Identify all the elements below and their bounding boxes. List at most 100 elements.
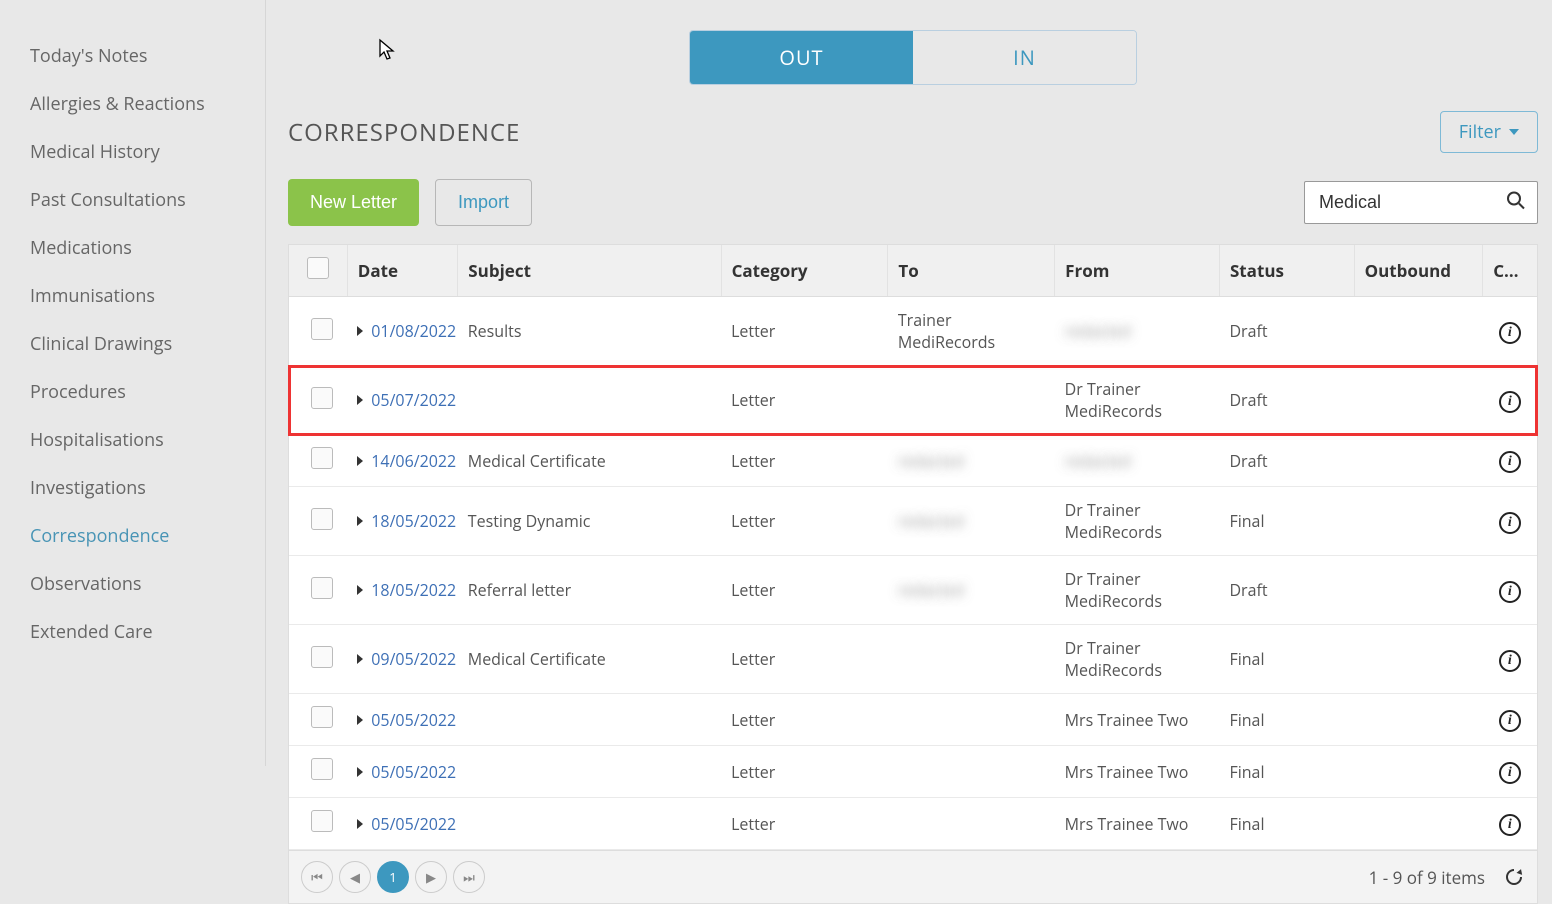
pager-page-1[interactable]: 1 xyxy=(377,861,409,893)
tab-out[interactable]: OUT xyxy=(690,31,913,84)
direction-tabs: OUT IN xyxy=(689,30,1137,85)
info-icon[interactable]: i xyxy=(1499,512,1521,534)
cell-subject: Referral letter xyxy=(468,579,571,601)
filter-label: Filter xyxy=(1459,120,1501,144)
pager-next[interactable]: ▶ xyxy=(415,861,447,893)
pager-summary: 1 - 9 of 9 items xyxy=(1369,866,1485,889)
cell-status: Final xyxy=(1229,510,1264,532)
table-footer: ⏮ ◀ 1 ▶ ⏭ 1 - 9 of 9 items xyxy=(288,851,1538,904)
sidebar-item-immunisations[interactable]: Immunisations xyxy=(0,272,265,320)
sidebar-item-today-s-notes[interactable]: Today's Notes xyxy=(0,32,265,80)
row-checkbox[interactable] xyxy=(311,318,333,340)
sidebar-item-medical-history[interactable]: Medical History xyxy=(0,128,265,176)
expand-row-icon[interactable] xyxy=(357,654,363,664)
expand-row-icon[interactable] xyxy=(357,585,363,595)
sidebar-item-extended-care[interactable]: Extended Care xyxy=(0,608,265,656)
row-checkbox[interactable] xyxy=(311,508,333,530)
cell-status: Final xyxy=(1229,813,1264,835)
cell-category: Letter xyxy=(731,579,775,601)
expand-row-icon[interactable] xyxy=(357,456,363,466)
sidebar-item-past-consultations[interactable]: Past Consultations xyxy=(0,176,265,224)
sidebar-item-clinical-drawings[interactable]: Clinical Drawings xyxy=(0,320,265,368)
info-icon[interactable]: i xyxy=(1499,710,1521,732)
date-link[interactable]: 18/05/2022 xyxy=(371,510,456,532)
sidebar-item-observations[interactable]: Observations xyxy=(0,560,265,608)
cell-category: Letter xyxy=(731,450,775,472)
sidebar-item-medications[interactable]: Medications xyxy=(0,224,265,272)
cell-to: redacted xyxy=(898,450,964,472)
row-checkbox[interactable] xyxy=(311,646,333,668)
info-icon[interactable]: i xyxy=(1499,762,1521,784)
expand-row-icon[interactable] xyxy=(357,819,363,829)
chevron-down-icon xyxy=(1509,129,1519,135)
filter-button[interactable]: Filter xyxy=(1440,111,1538,153)
expand-row-icon[interactable] xyxy=(357,715,363,725)
cell-status: Draft xyxy=(1229,579,1267,601)
col-to[interactable]: To xyxy=(888,245,1055,297)
info-icon[interactable]: i xyxy=(1499,650,1521,672)
col-category[interactable]: Category xyxy=(721,245,888,297)
refresh-icon[interactable] xyxy=(1503,866,1525,888)
col-status[interactable]: Status xyxy=(1219,245,1354,297)
cell-category: Letter xyxy=(731,648,775,670)
sidebar-item-investigations[interactable]: Investigations xyxy=(0,464,265,512)
date-link[interactable]: 05/05/2022 xyxy=(371,761,456,783)
cell-from: Dr Trainer MediRecords xyxy=(1065,637,1162,681)
info-icon[interactable]: i xyxy=(1499,451,1521,473)
col-co[interactable]: Co... xyxy=(1483,245,1537,297)
row-checkbox[interactable] xyxy=(311,577,333,599)
cell-from: Dr Trainer MediRecords xyxy=(1065,499,1162,543)
cell-to: redacted xyxy=(898,510,964,532)
info-icon[interactable]: i xyxy=(1499,581,1521,603)
sidebar-item-correspondence[interactable]: Correspondence xyxy=(0,512,265,560)
cell-to: Trainer MediRecords xyxy=(898,309,995,353)
table-row: 05/05/2022 Letter Mrs Trainee Two Final i xyxy=(289,798,1537,850)
date-link[interactable]: 05/05/2022 xyxy=(371,709,456,731)
search-input[interactable] xyxy=(1304,181,1538,224)
row-checkbox[interactable] xyxy=(311,447,333,469)
table-row: 14/06/2022Medical CertificateLetterredac… xyxy=(289,435,1537,487)
cell-category: Letter xyxy=(731,813,775,835)
table-row: 18/05/2022Testing DynamicLetterredactedD… xyxy=(289,487,1537,556)
col-subject[interactable]: Subject xyxy=(458,245,721,297)
row-checkbox[interactable] xyxy=(311,387,333,409)
pager-first[interactable]: ⏮ xyxy=(301,861,333,893)
row-checkbox[interactable] xyxy=(311,810,333,832)
select-all-checkbox[interactable] xyxy=(307,257,329,279)
expand-row-icon[interactable] xyxy=(357,326,363,336)
cell-status: Draft xyxy=(1229,450,1267,472)
date-link[interactable]: 18/05/2022 xyxy=(371,579,456,601)
expand-row-icon[interactable] xyxy=(357,395,363,405)
sidebar-item-allergies-reactions[interactable]: Allergies & Reactions xyxy=(0,80,265,128)
info-icon[interactable]: i xyxy=(1499,391,1521,413)
expand-row-icon[interactable] xyxy=(357,516,363,526)
sidebar-item-hospitalisations[interactable]: Hospitalisations xyxy=(0,416,265,464)
cell-subject: Testing Dynamic xyxy=(468,510,591,532)
import-button[interactable]: Import xyxy=(435,179,532,226)
col-outbound[interactable]: Outbound xyxy=(1354,245,1483,297)
date-link[interactable]: 05/07/2022 xyxy=(371,389,456,411)
tab-in[interactable]: IN xyxy=(913,31,1136,84)
date-link[interactable]: 05/05/2022 xyxy=(371,813,456,835)
col-from[interactable]: From xyxy=(1055,245,1220,297)
cell-status: Draft xyxy=(1229,389,1267,411)
row-checkbox[interactable] xyxy=(311,758,333,780)
sidebar-item-procedures[interactable]: Procedures xyxy=(0,368,265,416)
pager-last[interactable]: ⏭ xyxy=(453,861,485,893)
new-letter-button[interactable]: New Letter xyxy=(288,179,419,226)
table-row: 05/05/2022LetterMrs Trainee TwoFinali xyxy=(289,694,1537,746)
info-icon[interactable]: i xyxy=(1499,322,1521,344)
expand-row-icon[interactable] xyxy=(357,767,363,777)
main-content: OUT IN CORRESPONDENCE Filter New Letter … xyxy=(266,0,1552,766)
cell-from: Mrs Trainee Two xyxy=(1065,813,1189,835)
cell-subject: Medical Certificate xyxy=(468,648,606,670)
cell-category: Letter xyxy=(731,709,775,731)
date-link[interactable]: 01/08/2022 xyxy=(371,320,456,342)
col-date[interactable]: Date xyxy=(347,245,458,297)
info-icon[interactable]: i xyxy=(1499,814,1521,836)
date-link[interactable]: 14/06/2022 xyxy=(371,450,456,472)
cell-from: Mrs Trainee Two xyxy=(1065,709,1189,731)
row-checkbox[interactable] xyxy=(311,706,333,728)
date-link[interactable]: 09/05/2022 xyxy=(371,648,456,670)
pager-prev[interactable]: ◀ xyxy=(339,861,371,893)
